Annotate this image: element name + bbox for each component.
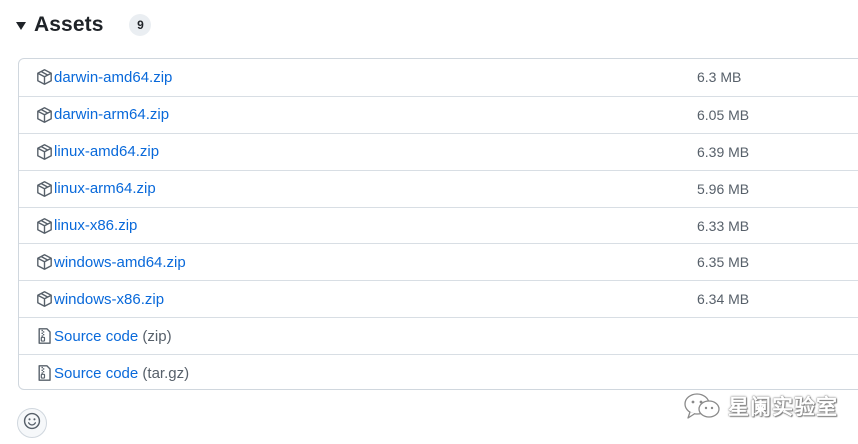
assets-header: Assets 9 [16, 10, 152, 40]
asset-size: 6.3 MB [697, 69, 742, 86]
asset-size: 6.35 MB [697, 254, 750, 271]
caret-down-icon[interactable] [16, 22, 26, 30]
asset-row: windows-amd64.zip 6.35 MB [19, 243, 858, 280]
package-icon [36, 143, 53, 160]
assets-title: Assets [34, 13, 104, 36]
asset-link[interactable]: linux-arm64.zip [54, 180, 156, 197]
asset-size: 6.34 MB [697, 291, 750, 308]
asset-link[interactable]: windows-amd64.zip [54, 254, 186, 271]
package-icon [36, 106, 53, 123]
asset-link[interactable]: darwin-arm64.zip [54, 106, 169, 123]
asset-link[interactable]: darwin-amd64.zip [54, 69, 172, 86]
asset-row: darwin-amd64.zip 6.3 MB [19, 59, 858, 96]
asset-row: Source code (tar.gz) [19, 354, 858, 389]
asset-row: linux-x86.zip 6.33 MB [19, 206, 858, 244]
asset-row: Source code (zip) [19, 317, 858, 354]
assets-list: darwin-amd64.zip 6.3 MB darwin-arm64.zip… [18, 58, 858, 390]
package-icon [36, 291, 53, 308]
package-icon [36, 180, 53, 197]
asset-size: 6.33 MB [697, 217, 750, 234]
asset-link[interactable]: linux-amd64.zip [54, 143, 159, 160]
asset-size: 6.39 MB [697, 143, 750, 160]
file-zip-icon [36, 365, 53, 382]
wechat-icon [682, 390, 724, 422]
asset-size: 5.96 MB [697, 180, 750, 197]
asset-row: darwin-arm64.zip 6.05 MB [19, 95, 858, 133]
source-code-targz-link[interactable]: Source code (tar.gz) [54, 365, 189, 382]
package-icon [36, 69, 53, 86]
package-icon [36, 217, 53, 234]
asset-row: linux-arm64.zip 5.96 MB [19, 169, 858, 207]
package-icon [36, 254, 53, 271]
assets-count-badge: 9 [129, 14, 152, 36]
add-reaction-button[interactable] [17, 408, 47, 438]
asset-row: linux-amd64.zip 6.39 MB [19, 132, 858, 170]
watermark-text: 星阑实验室 [728, 395, 838, 419]
source-code-zip-link[interactable]: Source code (zip) [54, 328, 172, 345]
smiley-icon [23, 412, 41, 435]
asset-row: windows-x86.zip 6.34 MB [19, 280, 858, 317]
asset-link[interactable]: linux-x86.zip [54, 217, 137, 234]
watermark: 星阑实验室 [682, 390, 838, 422]
asset-size: 6.05 MB [697, 106, 750, 123]
asset-link[interactable]: windows-x86.zip [54, 291, 164, 308]
file-zip-icon [36, 328, 53, 345]
